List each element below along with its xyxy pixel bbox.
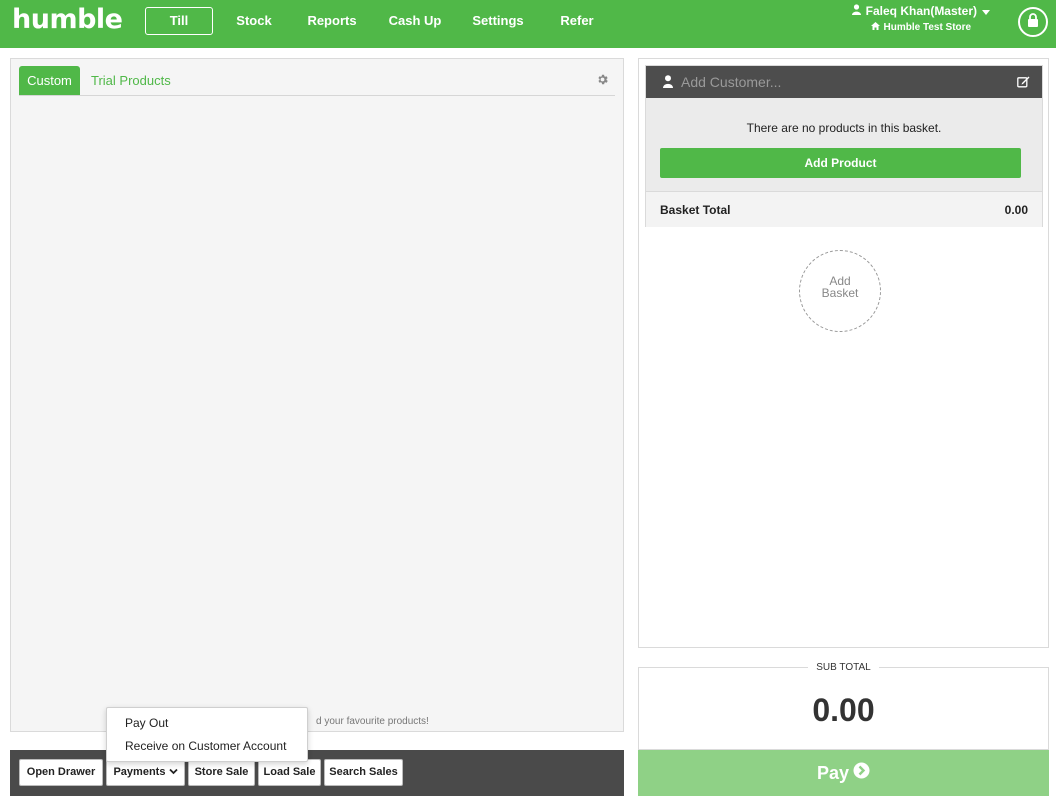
basket-panel: Add Customer... There are no products in…: [638, 58, 1049, 648]
user-name: Faleq Khan(Master): [865, 4, 977, 18]
subtotal-value: 0.00: [812, 692, 875, 728]
lock-icon: [1027, 12, 1039, 32]
user-menu[interactable]: Faleq Khan(Master) Humble Test Store: [851, 4, 990, 33]
payments-label: Payments: [113, 766, 166, 778]
user-name-row[interactable]: Faleq Khan(Master): [851, 4, 990, 18]
basket-total-row: Basket Total 0.00: [646, 191, 1042, 227]
nav-settings[interactable]: Settings: [466, 0, 530, 41]
caret-down-icon: [982, 4, 990, 18]
home-icon: [870, 22, 880, 33]
pay-button[interactable]: Pay: [638, 750, 1049, 796]
nav-cash-up[interactable]: Cash Up: [382, 0, 448, 41]
add-basket-line-2: Basket: [821, 286, 859, 300]
add-customer-label: Add Customer...: [681, 74, 782, 90]
menu-item-receive-on-account[interactable]: Receive on Customer Account: [125, 739, 286, 753]
edit-icon[interactable]: [1017, 75, 1030, 91]
nav-refer[interactable]: Refer: [552, 0, 602, 41]
load-sale-button[interactable]: Load Sale: [258, 759, 321, 786]
nav-reports[interactable]: Reports: [300, 0, 364, 41]
gear-icon[interactable]: [596, 73, 609, 91]
humble-logo[interactable]: humble: [12, 4, 123, 35]
customer-icon: [663, 75, 673, 91]
tab-custom[interactable]: Custom: [19, 66, 80, 95]
arrow-circle-right-icon: [853, 750, 870, 796]
product-panel: Custom Trial Products d your favourite p…: [10, 58, 624, 732]
pay-label: Pay: [816, 763, 850, 783]
store-name: Humble Test Store: [883, 22, 972, 33]
user-icon: [851, 4, 861, 18]
top-nav-bar: humble Till Stock Reports Cash Up Settin…: [0, 0, 1056, 48]
add-product-button[interactable]: Add Product: [660, 148, 1021, 178]
subtotal-label: SUB TOTAL: [808, 662, 879, 673]
tab-trial-products[interactable]: Trial Products: [91, 66, 171, 95]
store-name-row: Humble Test Store: [852, 22, 990, 33]
basket-total-value: 0.00: [1004, 203, 1028, 217]
favourites-hint: d your favourite products!: [316, 716, 429, 727]
store-sale-button[interactable]: Store Sale: [188, 759, 255, 786]
subtotal-box: SUB TOTAL 0.00: [638, 662, 1049, 750]
menu-item-pay-out[interactable]: Pay Out: [125, 716, 168, 730]
empty-basket-message: There are no products in this basket.: [746, 121, 942, 135]
open-drawer-button[interactable]: Open Drawer: [19, 759, 103, 786]
till-toolbar: Open Drawer Payments Store Sale Load Sal…: [10, 750, 624, 796]
search-sales-button[interactable]: Search Sales: [324, 759, 403, 786]
basket-total-label: Basket Total: [660, 203, 731, 217]
product-tabs: Custom Trial Products: [19, 66, 615, 96]
subtotal-label-wrap: SUB TOTAL: [639, 662, 1048, 673]
add-customer-bar[interactable]: Add Customer...: [646, 66, 1042, 98]
add-basket-button[interactable]: Add Basket: [799, 250, 881, 332]
nav-stock[interactable]: Stock: [226, 0, 282, 41]
payments-dropdown: Pay Out Receive on Customer Account: [106, 707, 308, 762]
payments-button[interactable]: Payments: [106, 759, 185, 786]
lock-button[interactable]: [1018, 7, 1048, 37]
nav-till[interactable]: Till: [145, 7, 213, 35]
chevron-down-icon: [168, 766, 178, 778]
basket-card: Add Customer... There are no products in…: [645, 65, 1043, 227]
